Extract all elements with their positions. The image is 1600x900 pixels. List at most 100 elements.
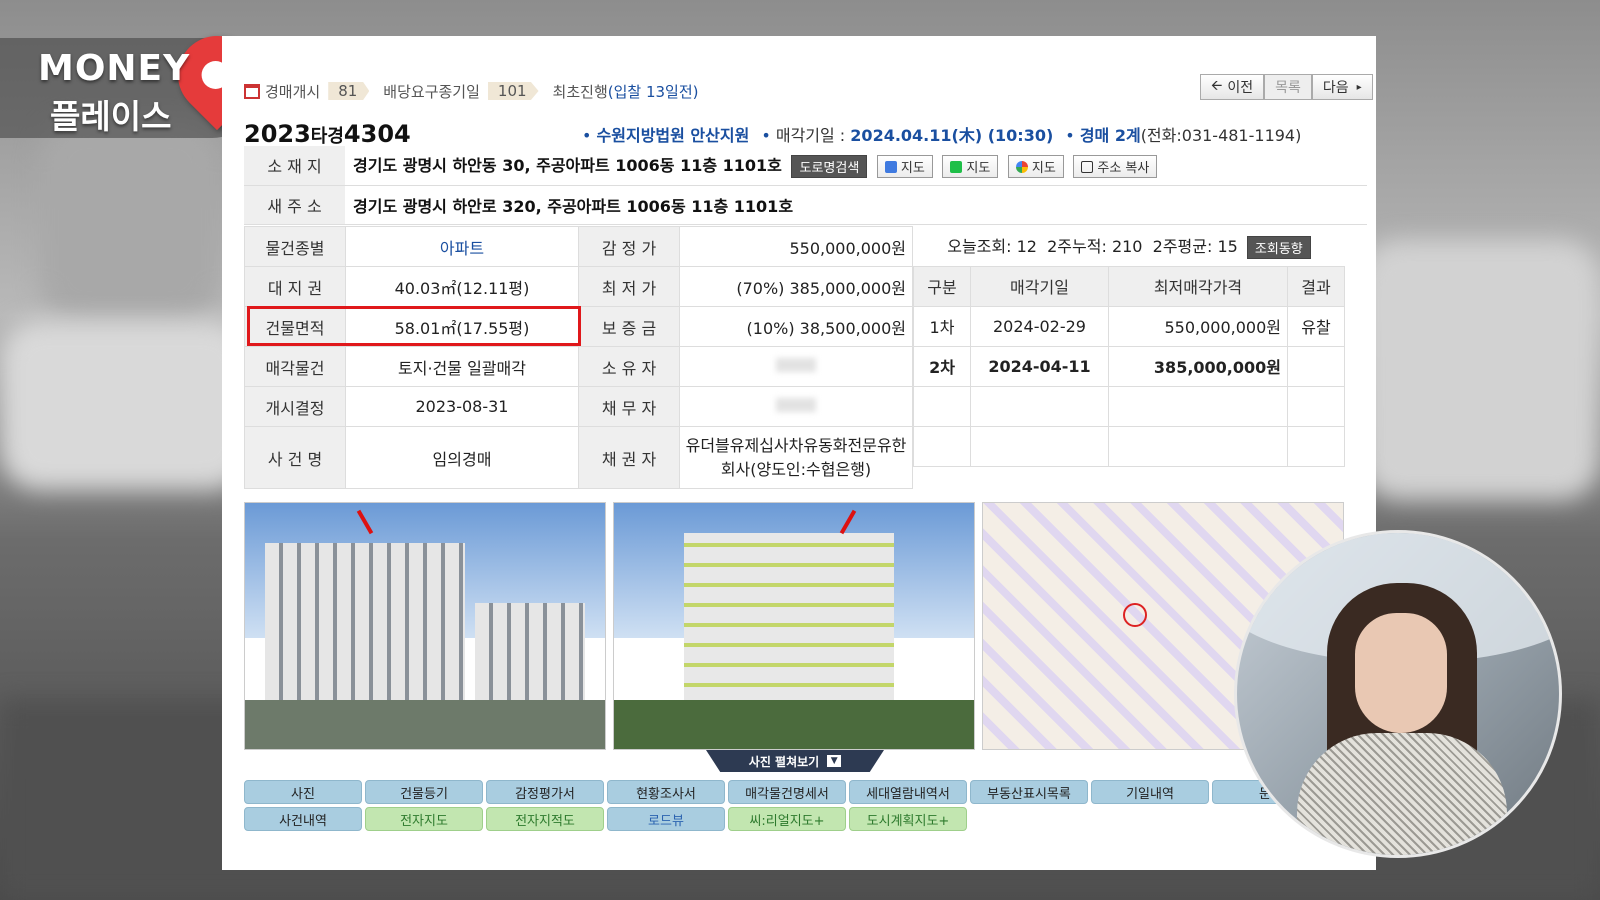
- presenter-face: [1355, 613, 1447, 733]
- detail-label: 소 유 자: [578, 346, 680, 387]
- history-row-empty: [913, 425, 1345, 467]
- header-round: 구분: [913, 265, 971, 307]
- detail-label: 개시결정: [244, 386, 346, 427]
- header-price: 최저매각가격: [1108, 265, 1288, 307]
- round-date: 2024-04-11: [970, 345, 1109, 387]
- round: 1차: [913, 305, 971, 347]
- tab-map[interactable]: 전자지도: [365, 807, 483, 831]
- road-search-button[interactable]: 도로명검색: [791, 155, 868, 179]
- detail-label: 채 권 자: [578, 426, 680, 489]
- auction-start-count: 81: [328, 82, 370, 100]
- presenter-video: [1234, 530, 1562, 858]
- google-icon: [1015, 161, 1028, 174]
- chevron-down-icon: ▼: [827, 755, 842, 767]
- history-header-row: 구분 매각기일 최저매각가격 결과: [913, 265, 1345, 307]
- naver-map-button[interactable]: 지도: [942, 155, 999, 179]
- first-round-label: 최초진행: [552, 82, 608, 101]
- tab-doc[interactable]: 기일내역: [1091, 780, 1209, 804]
- sale-date: 2024.04.11(木) (10:30): [850, 126, 1054, 145]
- detail-value: 토지·건물 일괄매각: [345, 346, 579, 387]
- property-type-link[interactable]: 아파트: [345, 226, 579, 267]
- daum-map-button[interactable]: 지도: [876, 155, 933, 179]
- photo-building: [684, 533, 894, 723]
- detail-label: 감 정 가: [578, 226, 680, 267]
- detail-value: 임의경매: [345, 426, 579, 489]
- copy-icon: [1081, 161, 1094, 174]
- tab-map[interactable]: 사건내역: [244, 807, 362, 831]
- view-stats: 오늘조회: 12 2주누적: 210 2주평균: 15: [947, 236, 1238, 256]
- tab-map[interactable]: 도시계획지도+: [849, 807, 967, 831]
- owner-blurred: [679, 346, 913, 387]
- dept-name[interactable]: 경매 2계: [1080, 126, 1141, 145]
- tab-map[interactable]: 로드뷰: [607, 807, 725, 831]
- copy-address-button[interactable]: 주소 복사: [1073, 155, 1158, 179]
- next-button[interactable]: 다음 ▸: [1311, 74, 1373, 100]
- auction-start-label: 경매개시: [265, 82, 321, 101]
- detail-row: 대 지 권 40.03㎡(12.11평) 최 저 가 (70%) 385,000…: [244, 266, 913, 307]
- google-map-button[interactable]: 지도: [1007, 155, 1064, 179]
- details-table: 물건종별 아파트 감 정 가 550,000,000원 대 지 권 40.03㎡…: [244, 226, 913, 489]
- tab-map[interactable]: 씨:리얼지도+: [728, 807, 846, 831]
- sale-date-label: 매각기일 :: [775, 126, 846, 145]
- detail-label: 사 건 명: [244, 426, 346, 489]
- tab-doc[interactable]: 건물등기: [365, 780, 483, 804]
- tab-doc[interactable]: 세대열람내역서: [849, 780, 967, 804]
- expand-photos-label: 사진 펼쳐보기: [748, 754, 820, 769]
- tab-map[interactable]: 전자지적도: [486, 807, 604, 831]
- address-value: 경기도 광명시 하안동 30, 주공아파트 1006동 11층 1101호: [353, 156, 782, 176]
- detail-label: 매각물건: [244, 346, 346, 387]
- photo-trees: [614, 699, 974, 749]
- round-date: 2024-02-29: [970, 305, 1109, 347]
- address-label: 소 재 지: [244, 146, 345, 186]
- detail-row: 물건종별 아파트 감 정 가 550,000,000원: [244, 226, 913, 267]
- dividend-deadline-count: 101: [487, 82, 539, 100]
- header-date: 매각기일: [970, 265, 1109, 307]
- auction-panel: 경매개시 81 배당요구종기일 101 최초진행 (입찰 13일전) 🡨 이전 …: [222, 36, 1376, 870]
- progress-bar: 경매개시 81 배당요구종기일 101 최초진행 (입찰 13일전): [244, 80, 699, 102]
- expand-photos-button[interactable]: 사진 펼쳐보기 ▼: [706, 750, 884, 772]
- case-type: 타경: [310, 126, 344, 147]
- round-price: 385,000,000원: [1108, 345, 1288, 387]
- new-address-value: 경기도 광명시 하안로 320, 주공아파트 1006동 11층 1101호: [345, 185, 1367, 225]
- prev-button[interactable]: 🡨 이전: [1200, 74, 1265, 100]
- round-price: 550,000,000원: [1108, 305, 1288, 347]
- background-truck: [1360, 240, 1600, 500]
- prev-label: 이전: [1227, 80, 1254, 96]
- view-trend-button[interactable]: 조회동향: [1246, 235, 1311, 259]
- round-result: [1287, 345, 1345, 387]
- google-map-label: 지도: [1031, 161, 1056, 177]
- dividend-deadline-label: 배당요구종기일: [383, 82, 480, 101]
- photo-building: [265, 543, 465, 713]
- daum-map-label: 지도: [900, 161, 925, 177]
- address-table: 소 재 지 경기도 광명시 하안동 30, 주공아파트 1006동 11층 11…: [244, 146, 1367, 225]
- first-round-note: (입찰 13일전): [607, 82, 699, 101]
- building-photo-1[interactable]: [244, 502, 606, 750]
- new-address-label: 새 주 소: [244, 185, 345, 225]
- list-label: 목록: [1275, 80, 1301, 96]
- map-marker-icon: [1123, 603, 1147, 627]
- case-num: 4304: [343, 120, 411, 148]
- copy-address-label: 주소 복사: [1097, 161, 1150, 177]
- tab-doc[interactable]: 현황조사서: [607, 780, 725, 804]
- case-year: 2023: [244, 120, 311, 148]
- list-button[interactable]: 목록: [1264, 74, 1312, 100]
- tab-doc[interactable]: 사진: [244, 780, 362, 804]
- building-photo-2[interactable]: [613, 502, 975, 750]
- detail-value: 40.03㎡(12.11평): [345, 266, 579, 307]
- creditor-value: 유더블유제십사차유동화전문유한회사(양도인:수협은행): [679, 426, 913, 489]
- tab-doc[interactable]: 감정평가서: [486, 780, 604, 804]
- tab-doc[interactable]: 부동산표시목록: [970, 780, 1088, 804]
- arrow-left-icon: 🡨: [1211, 78, 1223, 94]
- round: 2차: [913, 345, 971, 387]
- daum-icon: [884, 161, 897, 174]
- debtor-blurred: [679, 386, 913, 427]
- court-name[interactable]: 수원지방법원 안산지원: [597, 126, 750, 145]
- detail-label: 물건종별: [244, 226, 346, 267]
- photo-ground: [245, 699, 605, 749]
- blurred-value: [776, 398, 816, 412]
- next-label: 다음: [1322, 80, 1349, 96]
- case-info: • 수원지방법원 안산지원 • 매각기일 : 2024.04.11(木) (10…: [582, 126, 1302, 145]
- tab-doc[interactable]: 매각물건명세서: [728, 780, 846, 804]
- detail-row: 사 건 명 임의경매 채 권 자 유더블유제십사차유동화전문유한회사(양도인:수…: [244, 426, 913, 489]
- naver-icon: [950, 161, 963, 174]
